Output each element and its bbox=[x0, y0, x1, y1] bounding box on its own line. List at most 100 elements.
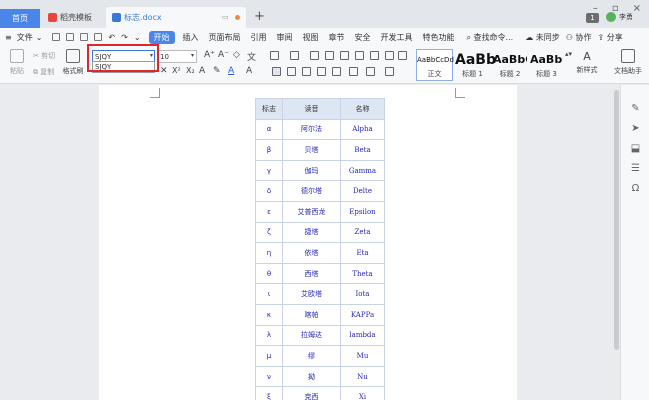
close-icon[interactable]: × bbox=[633, 3, 641, 14]
name-cell[interactable]: Gamma bbox=[340, 159, 385, 182]
greek-symbol-cell[interactable]: λ bbox=[255, 324, 283, 347]
tab-start[interactable]: 开始 bbox=[148, 30, 175, 44]
shading-icon[interactable] bbox=[366, 67, 375, 76]
pinyin-icon[interactable]: 文 bbox=[247, 50, 256, 63]
name-cell[interactable]: Alpha bbox=[340, 118, 385, 141]
pronunciation-cell[interactable]: 艾欧塔 bbox=[282, 283, 341, 305]
align-right-icon[interactable] bbox=[302, 67, 311, 76]
pronunciation-cell[interactable]: 西塔 bbox=[282, 262, 341, 285]
window-count-badge[interactable]: 1 bbox=[586, 13, 599, 23]
pronunciation-cell[interactable]: 拉姆达 bbox=[282, 324, 341, 347]
style-heading-1[interactable]: AaBb 标题 1 bbox=[454, 49, 496, 81]
outdent-icon[interactable] bbox=[310, 51, 319, 60]
pronunciation-cell[interactable]: 阿尔法 bbox=[282, 118, 341, 141]
tab-view[interactable]: 视图 bbox=[303, 32, 319, 43]
size-dropdown-icon[interactable]: ▾ bbox=[191, 52, 194, 59]
name-cell[interactable]: Theta bbox=[340, 262, 385, 285]
superscript-icon[interactable]: X² bbox=[172, 66, 181, 75]
tab-developer[interactable]: 开发工具 bbox=[381, 32, 413, 43]
tab-references[interactable]: 引用 bbox=[251, 32, 267, 43]
quick-more-icon[interactable]: ⌄ bbox=[134, 33, 141, 42]
greek-symbol-cell[interactable]: μ bbox=[255, 345, 283, 367]
undo-icon[interactable]: ↶ bbox=[108, 33, 115, 42]
task-pane-icon[interactable]: ⬓ bbox=[630, 143, 641, 154]
new-style-button[interactable]: A 新样式 bbox=[574, 49, 600, 75]
redo-icon[interactable]: ↷ bbox=[121, 33, 128, 42]
cut-button[interactable]: ✂ 剪切 bbox=[33, 51, 55, 61]
format-painter-button[interactable]: 格式刷 bbox=[62, 49, 84, 76]
greek-symbol-cell[interactable]: κ bbox=[255, 303, 283, 326]
greek-letter-table[interactable]: 标志 读音 名称 α 阿尔法 Alpha β 贝塔 Beta γ 伽玛 Gamma δ 德尔塔 Del… bbox=[255, 98, 385, 400]
tab-home[interactable]: 首页 bbox=[0, 9, 40, 28]
greek-symbol-cell[interactable]: ν bbox=[255, 365, 283, 388]
tab-monitor-icon[interactable]: ▭ bbox=[222, 13, 229, 21]
name-cell[interactable]: Iota bbox=[340, 283, 385, 305]
menu-file[interactable]: 文件 bbox=[17, 32, 33, 43]
edit-pen-icon[interactable]: ✎ bbox=[630, 103, 641, 114]
line-spacing-icon[interactable] bbox=[398, 51, 407, 60]
style-heading-2[interactable]: AaBbC 标题 2 bbox=[492, 49, 528, 81]
indent-icon[interactable] bbox=[325, 51, 334, 60]
hamburger-icon[interactable]: ≡ bbox=[5, 33, 12, 42]
clear-format-icon[interactable]: ◇ bbox=[233, 50, 240, 60]
align-center-icon[interactable] bbox=[287, 67, 296, 76]
pronunciation-cell[interactable]: 拗 bbox=[282, 365, 341, 388]
settings-sliders-icon[interactable]: ☰ bbox=[630, 163, 641, 174]
save-icon[interactable] bbox=[52, 32, 61, 41]
tab-insert[interactable]: 插入 bbox=[183, 32, 199, 43]
name-cell[interactable]: KAPPa bbox=[340, 303, 385, 326]
tab-page-layout[interactable]: 页面布局 bbox=[209, 32, 241, 43]
greek-symbol-cell[interactable]: η bbox=[255, 242, 283, 264]
strikethrough-icon[interactable]: ✕ bbox=[160, 66, 168, 76]
tab-security[interactable]: 安全 bbox=[355, 32, 371, 43]
greek-symbol-cell[interactable]: ζ bbox=[255, 221, 283, 244]
shrink-font-icon[interactable]: A⁻ bbox=[218, 50, 229, 60]
name-cell[interactable]: Mu bbox=[340, 345, 385, 367]
paste-button[interactable]: 粘贴 bbox=[6, 49, 28, 76]
copy-button[interactable]: ⧉ 复制 bbox=[33, 67, 54, 77]
greek-symbol-cell[interactable]: δ bbox=[255, 180, 283, 202]
name-cell[interactable]: Zeta bbox=[340, 221, 385, 244]
greek-symbol-cell[interactable]: β bbox=[255, 139, 283, 161]
name-cell[interactable]: lambda bbox=[340, 324, 385, 347]
subscript-icon[interactable]: X₂ bbox=[186, 66, 195, 75]
greek-symbol-cell[interactable]: θ bbox=[255, 262, 283, 285]
pronunciation-cell[interactable]: 伽玛 bbox=[282, 159, 341, 182]
sync-status[interactable]: ☁ 未同步 bbox=[525, 32, 560, 43]
name-cell[interactable]: Xi bbox=[340, 386, 385, 400]
show-marks-icon[interactable] bbox=[370, 51, 379, 60]
new-tab-button[interactable]: + bbox=[254, 9, 265, 24]
minimize-icon[interactable]: – bbox=[593, 3, 598, 14]
greek-symbol-cell[interactable]: ι bbox=[255, 283, 283, 305]
pronunciation-cell[interactable]: 缪 bbox=[282, 345, 341, 367]
tab-review[interactable]: 审阅 bbox=[277, 32, 293, 43]
tab-stop-icon[interactable] bbox=[385, 51, 394, 60]
pronunciation-cell[interactable]: 捷塔 bbox=[282, 221, 341, 244]
tab-document[interactable]: 标志.docx ▭ bbox=[106, 7, 246, 28]
sort-icon[interactable] bbox=[355, 51, 364, 60]
tab-template[interactable]: 稻壳模板 bbox=[42, 7, 104, 28]
pronunciation-cell[interactable]: 依塔 bbox=[282, 242, 341, 264]
help-icon[interactable]: Ω bbox=[630, 183, 641, 194]
chevron-down-icon[interactable]: ⌄ bbox=[36, 33, 43, 42]
pronunciation-cell[interactable]: 喀帕 bbox=[282, 303, 341, 326]
print-icon[interactable] bbox=[80, 32, 89, 41]
name-cell[interactable]: Beta bbox=[340, 139, 385, 161]
chinese-layout-icon[interactable] bbox=[340, 51, 349, 60]
font-color-icon[interactable]: A bbox=[228, 66, 234, 76]
align-left-icon[interactable] bbox=[272, 67, 281, 76]
style-gallery-more-icon[interactable]: ▴▾ bbox=[565, 50, 572, 58]
tab-special[interactable]: 特色功能 bbox=[423, 32, 455, 43]
name-cell[interactable]: Nu bbox=[340, 365, 385, 388]
borders-icon[interactable] bbox=[385, 67, 394, 76]
doc-helper-button[interactable]: 文档助手 bbox=[611, 49, 645, 76]
grow-font-icon[interactable]: A⁺ bbox=[204, 50, 215, 60]
name-cell[interactable]: Eta bbox=[340, 242, 385, 264]
text-effect-icon[interactable]: A bbox=[199, 66, 205, 76]
cursor-select-icon[interactable]: ➤ bbox=[630, 123, 641, 134]
style-normal[interactable]: AaBbCcDd 正文 bbox=[416, 49, 454, 81]
print-preview-icon[interactable] bbox=[94, 32, 103, 41]
paragraph-spacing-icon[interactable] bbox=[349, 67, 358, 76]
search-command[interactable]: ⌕ 查找命令... bbox=[467, 32, 514, 43]
name-cell[interactable]: Epsilon bbox=[340, 200, 385, 223]
